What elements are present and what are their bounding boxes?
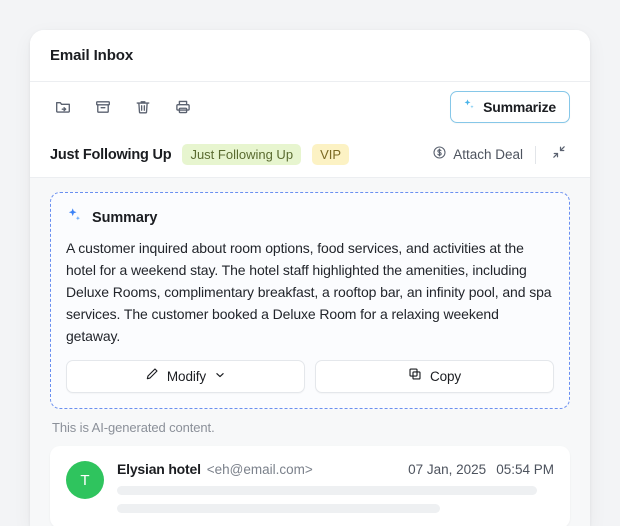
email-toolbar: Summarize: [30, 82, 590, 132]
summary-text: A customer inquired about room options, …: [66, 240, 552, 344]
email-date: 07 Jan, 2025: [408, 462, 487, 477]
modify-label: Modify: [166, 369, 207, 384]
content-placeholder-line: [117, 486, 537, 495]
collapse-arrows-icon: [551, 144, 567, 165]
copy-button[interactable]: Copy: [315, 360, 554, 393]
status-badge-following-up[interactable]: Just Following Up: [182, 144, 302, 165]
summarize-label: Summarize: [483, 99, 556, 115]
copy-icon: [408, 367, 422, 386]
content-placeholder-line: [117, 504, 441, 513]
email-message-header: Elysian hotel <eh@email.com> 07 Jan, 202…: [117, 461, 554, 477]
move-to-folder-icon: [54, 98, 72, 116]
sender-block: Elysian hotel <eh@email.com>: [117, 461, 313, 477]
ai-generated-note: This is AI-generated content.: [52, 420, 215, 435]
summary-action-group: Modify Copy: [66, 360, 554, 393]
page-title: Email Inbox: [50, 47, 134, 64]
sparkle-icon: [66, 207, 83, 229]
delete-button[interactable]: [130, 94, 156, 120]
email-message-content: Elysian hotel <eh@email.com> 07 Jan, 202…: [117, 461, 554, 513]
print-icon: [174, 98, 192, 116]
archive-button[interactable]: [90, 94, 116, 120]
email-subject-row: Just Following Up Just Following Up VIP …: [30, 132, 590, 178]
trash-icon: [134, 98, 152, 116]
app-root: Email Inbox Summarize Just Following Up …: [0, 0, 620, 526]
collapse-button[interactable]: [548, 144, 570, 166]
pencil-icon: [145, 367, 159, 386]
email-message-item[interactable]: T Elysian hotel <eh@email.com> 07 Jan, 2…: [50, 446, 570, 526]
status-badge-vip[interactable]: VIP: [312, 144, 350, 165]
toolbar-divider: [535, 145, 536, 164]
attach-deal-label: Attach Deal: [453, 147, 523, 162]
ai-summary-card: Summary A customer inquired about room o…: [50, 192, 570, 409]
sparkle-icon: [462, 98, 476, 117]
chevron-down-icon: [214, 368, 226, 386]
email-body: Summary A customer inquired about room o…: [30, 178, 590, 526]
email-subject: Just Following Up: [50, 146, 172, 163]
summarize-button[interactable]: Summarize: [450, 91, 570, 123]
toolbar-icon-group: [50, 94, 196, 120]
email-inbox-window: Email Inbox Summarize Just Following Up …: [30, 30, 590, 526]
email-time: 05:54 PM: [496, 462, 554, 477]
subject-right-group: Attach Deal: [432, 144, 570, 166]
move-to-folder-button[interactable]: [50, 94, 76, 120]
summary-header: Summary: [66, 207, 554, 229]
dollar-circle-icon: [432, 145, 447, 165]
copy-label: Copy: [429, 369, 462, 384]
window-titlebar: Email Inbox: [30, 30, 590, 82]
modify-button[interactable]: Modify: [66, 360, 305, 393]
sender-email: <eh@email.com>: [206, 462, 313, 477]
email-meta: 07 Jan, 2025 05:54 PM: [408, 462, 554, 477]
attach-deal-button[interactable]: Attach Deal: [432, 145, 523, 165]
archive-icon: [94, 98, 112, 116]
print-button[interactable]: [170, 94, 196, 120]
summary-title: Summary: [92, 210, 158, 226]
subject-left-group: Just Following Up Just Following Up VIP: [50, 144, 350, 165]
avatar: T: [66, 461, 104, 499]
sender-name: Elysian hotel: [117, 461, 201, 477]
